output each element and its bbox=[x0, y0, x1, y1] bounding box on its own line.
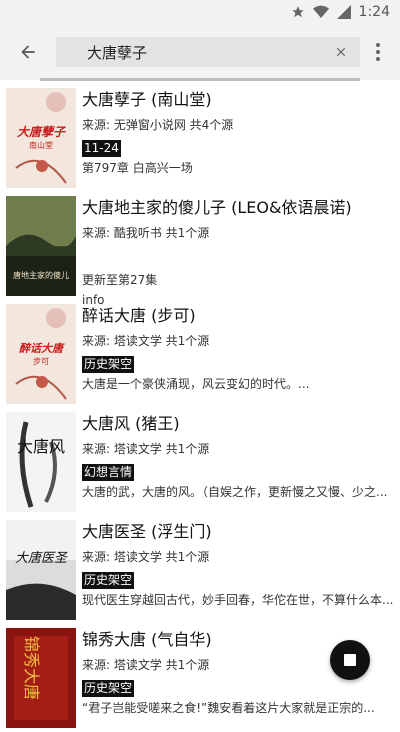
book-cover: 大唐孽子 南山堂 bbox=[6, 88, 76, 188]
status-bar: 1:24 bbox=[0, 0, 400, 24]
result-item[interactable]: 醉话大唐 步可 醉话大唐 (步可) 来源: 塔读文学 共1个源 历史架空 大唐是… bbox=[0, 300, 400, 408]
result-item[interactable]: 大唐医圣 大唐医圣 (浮生门) 来源: 塔读文学 共1个源 历史架空 现代医生穿… bbox=[0, 516, 400, 624]
arrow-back-icon bbox=[21, 45, 35, 59]
stop-icon bbox=[344, 654, 356, 666]
book-cover: 唐地主家的傻儿 bbox=[6, 196, 76, 296]
book-cover: 大唐医圣 bbox=[6, 520, 76, 620]
result-item[interactable]: 唐地主家的傻儿 大唐地主家的傻儿子 (LEO&依语晨诺) 来源: 酷我听书 共1… bbox=[0, 192, 400, 307]
book-tag: 历史架空 bbox=[82, 572, 135, 589]
book-title: 大唐孽子 (南山堂) bbox=[82, 90, 212, 109]
result-item[interactable]: 大唐风 大唐风 (猪王) 来源: 塔读文学 共1个源 幻想言情 大唐的武，大唐的… bbox=[0, 408, 400, 516]
latest-chapter: 更新至第27集 bbox=[82, 273, 158, 287]
book-title: 大唐地主家的傻儿子 (LEO&依语晨诺) bbox=[82, 198, 352, 217]
loading-progress-bar bbox=[40, 78, 360, 81]
book-source: 来源: 塔读文学 共1个源 bbox=[82, 550, 210, 564]
cover-title: 大唐医圣 bbox=[15, 550, 68, 566]
stop-search-button[interactable] bbox=[330, 640, 370, 680]
book-title: 醉话大唐 (步可) bbox=[82, 306, 196, 325]
result-item[interactable]: 大唐孽子 南山堂 大唐孽子 (南山堂) 来源: 无弹窗小说网 共4个源 11-2… bbox=[0, 84, 400, 192]
book-source: 来源: 无弹窗小说网 共4个源 bbox=[82, 118, 234, 132]
wifi-icon bbox=[312, 5, 329, 19]
search-results-list: 大唐孽子 南山堂 大唐孽子 (南山堂) 来源: 无弹窗小说网 共4个源 11-2… bbox=[0, 84, 400, 732]
status-time: 1:24 bbox=[358, 4, 390, 20]
book-cover: 大唐风 bbox=[6, 412, 76, 512]
more-dot bbox=[376, 50, 380, 54]
book-intro: “君子岂能受嗟来之食!”魏安看着这片大家就是正宗的... bbox=[82, 701, 375, 715]
back-button[interactable] bbox=[0, 24, 56, 80]
book-source: 来源: 塔读文学 共1个源 bbox=[82, 442, 210, 456]
book-cover: 锦秀大唐 bbox=[6, 628, 76, 728]
book-tag: 历史架空 bbox=[82, 680, 135, 697]
more-dot bbox=[376, 43, 380, 47]
book-tag: 11-24 bbox=[82, 140, 121, 157]
cover-title: 大唐风 bbox=[17, 437, 65, 456]
cover-title: 锦秀大唐 bbox=[22, 636, 41, 700]
book-tag: 历史架空 bbox=[82, 356, 135, 373]
cover-subtitle: 南山堂 bbox=[29, 140, 53, 150]
search-query[interactable]: 大唐孽子 bbox=[87, 42, 326, 63]
cover-title: 大唐孽子 bbox=[17, 125, 67, 139]
book-intro: 大唐是一个豪侠涌现，风云变幻的时代。... bbox=[82, 377, 310, 391]
cover-subtitle: 步可 bbox=[33, 357, 49, 366]
more-options-button[interactable] bbox=[368, 38, 388, 66]
book-cover: 醉话大唐 步可 bbox=[6, 304, 76, 404]
close-icon bbox=[336, 47, 346, 57]
more-dot bbox=[376, 57, 380, 61]
book-title: 大唐医圣 (浮生门) bbox=[82, 522, 212, 541]
latest-chapter: 第797章 白高兴一场 bbox=[82, 161, 193, 175]
book-tag: 幻想言情 bbox=[82, 464, 135, 481]
book-title: 大唐风 (猪王) bbox=[82, 414, 180, 433]
cover-title: 唐地主家的傻儿 bbox=[13, 270, 69, 280]
search-input[interactable]: 大唐孽子 bbox=[56, 37, 360, 67]
book-source: 来源: 酷我听书 共1个源 bbox=[82, 226, 210, 240]
cover-title: 醉话大唐 bbox=[19, 342, 65, 355]
clear-search-button[interactable] bbox=[326, 37, 356, 67]
book-intro: 现代医生穿越回古代，妙手回春，华佗在世，不算什么本... bbox=[82, 593, 394, 607]
star-icon bbox=[291, 6, 304, 18]
book-source: 来源: 塔读文学 共1个源 bbox=[82, 334, 210, 348]
signal-icon bbox=[336, 5, 351, 19]
search-toolbar: 大唐孽子 bbox=[0, 24, 400, 80]
book-intro: 大唐的武，大唐的风。（自娱之作，更新慢之又慢、少之... bbox=[82, 485, 388, 499]
result-item[interactable]: 锦秀大唐 锦秀大唐 (气自华) 来源: 塔读文学 共1个源 历史架空 “君子岂能… bbox=[0, 624, 400, 732]
